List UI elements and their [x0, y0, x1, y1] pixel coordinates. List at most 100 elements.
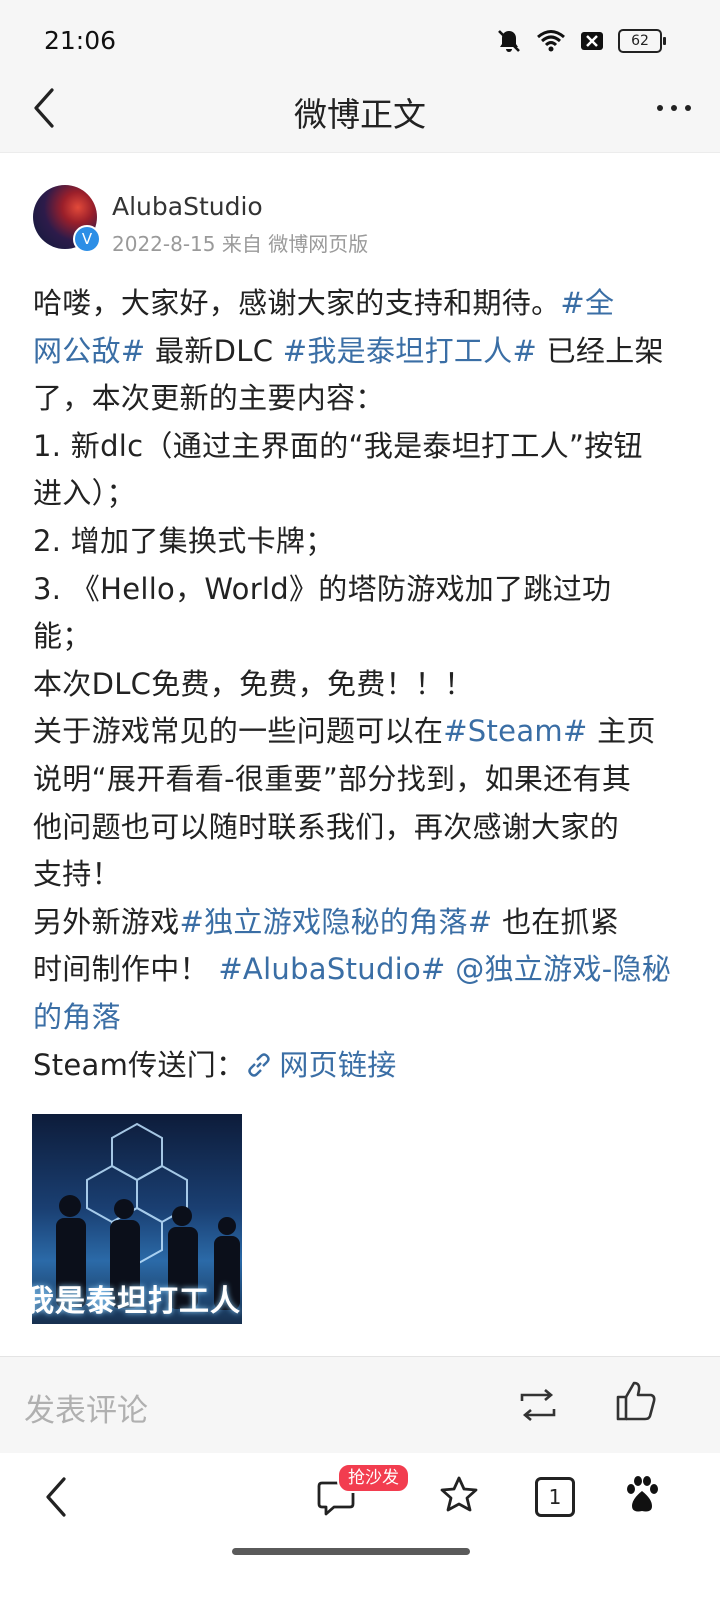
mute-icon — [498, 30, 520, 52]
hashtag-link[interactable]: #Steam# — [443, 714, 587, 748]
text-segment[interactable]: @独立游戏-隐秘 — [455, 952, 671, 986]
post-text-segment: 能； — [33, 619, 92, 653]
link-icon — [248, 1052, 271, 1077]
text-segment[interactable]: #AlubaStudio# — [218, 952, 445, 986]
text-segment[interactable]: 网页链接 — [279, 1048, 396, 1082]
post-text-line: 另外新游戏#独立游戏隐秘的角落# 也在抓紧 — [33, 899, 683, 947]
post-text-line: 网公敌# 最新DLC #我是泰坦打工人# 已经上架 — [33, 328, 683, 376]
post-text-segment: 主页 — [588, 714, 656, 748]
text-segment[interactable]: 网公敌# — [33, 334, 146, 368]
sofa-badge: 抢沙发 — [337, 1463, 410, 1493]
post-text-segment: 关于游戏常见的一些问题可以在 — [33, 714, 443, 748]
post-text-segment: 进入）； — [33, 476, 136, 510]
web-link[interactable]: 的角落 — [33, 1000, 121, 1034]
post-image-caption: 我是泰坦打工人 — [32, 1284, 241, 1319]
more-icon[interactable] — [652, 90, 696, 126]
verified-icon: V — [73, 225, 101, 253]
browser-toolbar: 抢沙发 1 — [0, 1453, 720, 1610]
paw-icon[interactable] — [622, 1475, 662, 1515]
post-text-line: Steam传送门： 网页链接 — [33, 1042, 683, 1090]
post-text-segment: 说明“展开看看-很重要”部分找到，如果还有其 — [33, 762, 631, 796]
post-text-segment: 1. 新dlc（通过主界面的“我是泰坦打工人”按钮 — [33, 429, 643, 463]
like-icon[interactable] — [614, 1379, 658, 1423]
post-text-segment: 支持！ — [33, 857, 121, 891]
post-text-segment: 他问题也可以随时联系我们，再次感谢大家的 — [33, 810, 619, 844]
text-segment: 已经上架 — [537, 333, 664, 368]
post-text-line: 3. 《Hello，World》的塔防游戏加了跳过功 — [33, 566, 683, 614]
hashtag-link[interactable]: #AlubaStudio# — [218, 952, 445, 986]
status-icons: 62 — [496, 28, 666, 54]
text-segment: 关于游戏常见的一些问题可以在 — [33, 714, 444, 749]
text-segment: 主页 — [587, 714, 656, 749]
text-segment[interactable]: #全 — [560, 286, 614, 320]
post-text-line: 的角落 — [33, 994, 683, 1042]
text-segment: 能； — [33, 619, 92, 654]
repost-icon[interactable] — [516, 1383, 560, 1427]
post-meta: 2022-8-15 来自 微博网页版 — [112, 232, 369, 256]
post-text-line: 时间制作中！ #AlubaStudio# @独立游戏-隐秘 — [33, 946, 683, 994]
post-text: 哈喽，大家好，感谢大家的支持和期待。#全 网公敌# 最新DLC #我是泰坦打工人#… — [33, 280, 683, 1089]
web-link[interactable]: 网页链接 — [245, 1048, 396, 1082]
comment-input[interactable]: 发表评论 — [24, 1385, 148, 1430]
text-segment: 时间制作中！ — [33, 952, 219, 987]
home-indicator — [232, 1548, 470, 1555]
post-text-line: 1. 新dlc（通过主界面的“我是泰坦打工人”按钮 — [33, 423, 683, 471]
comment-bar: 发表评论 — [0, 1356, 720, 1454]
page-title: 微博正文 — [294, 95, 426, 134]
text-segment: 3. 《Hello，World》的塔防游戏加了跳过功 — [33, 571, 612, 606]
text-segment: 最新DLC — [145, 333, 283, 368]
author-block[interactable]: V — [33, 185, 101, 253]
avatar[interactable]: V — [33, 185, 101, 253]
post-text-segment: 3. 《Hello，World》的塔防游戏加了跳过功 — [33, 572, 611, 606]
wifi-icon — [537, 30, 565, 52]
text-segment[interactable]: #Steam# — [443, 714, 587, 748]
hashtag-link[interactable]: #独立游戏隐秘的角落# — [180, 905, 493, 939]
status-time: 21:06 — [44, 26, 117, 55]
text-segment: 进入）； — [33, 476, 136, 511]
post-image[interactable]: 我是泰坦打工人 — [32, 1114, 242, 1324]
post-text-line: 哈喽，大家好，感谢大家的支持和期待。#全 — [33, 280, 683, 328]
text-segment[interactable]: #我是泰坦打工人# — [283, 334, 537, 368]
post-text-segment: 另外新游戏 — [33, 905, 180, 939]
post-text-line: 进入）； — [33, 470, 683, 518]
text-segment: Steam传送门： — [33, 1047, 246, 1082]
post-text-line: 了，本次更新的主要内容： — [33, 375, 683, 423]
text-segment: 2. 增加了集换式卡牌； — [33, 523, 335, 558]
post-text-line: 本次DLC免费，免费，免费！！！ — [33, 661, 683, 709]
text-segment: 说明“展开看看-很重要”部分找到，如果还有其 — [33, 761, 632, 796]
post-text-segment: 时间制作中！ — [33, 952, 218, 986]
text-segment[interactable]: #独立游戏隐秘的角落# — [180, 905, 493, 939]
post-text-line: 他问题也可以随时联系我们，再次感谢大家的 — [33, 804, 683, 852]
text-segment: 另外新游戏 — [33, 904, 180, 939]
post-text-line: 关于游戏常见的一些问题可以在#Steam# 主页 — [33, 708, 683, 756]
text-segment: 支持！ — [33, 857, 121, 892]
post-text-line: 2. 增加了集换式卡牌； — [33, 518, 683, 566]
post-text-segment: 2. 增加了集换式卡牌； — [33, 524, 335, 558]
star-icon[interactable] — [440, 1475, 478, 1513]
text-segment: 本次DLC免费，免费，免费！！！ — [33, 666, 474, 701]
battery-icon: 62 — [618, 29, 666, 53]
hashtag-link[interactable]: #全 — [560, 286, 614, 320]
text-segment: 也在抓紧 — [492, 904, 620, 939]
text-segment: 他问题也可以随时联系我们，再次感谢大家的 — [33, 809, 620, 844]
tabs-icon[interactable]: 1 — [535, 1477, 575, 1517]
text-segment: 了，本次更新的主要内容： — [33, 381, 385, 416]
text-segment[interactable]: 的角落 — [33, 1000, 121, 1034]
post-text-line: 支持！ — [33, 851, 683, 899]
author-name[interactable]: AlubaStudio — [112, 192, 263, 221]
mention-link[interactable]: @独立游戏-隐秘 — [455, 952, 671, 986]
post-text-line: 能； — [33, 613, 683, 661]
nav-bar: 微博正文 — [0, 64, 720, 153]
hashtag-link[interactable]: 网公敌# — [33, 334, 146, 368]
post-text-segment: 了，本次更新的主要内容： — [33, 381, 385, 415]
text-segment — [446, 952, 456, 986]
post-text-segment: 哈喽，大家好，感谢大家的支持和期待。 — [33, 286, 560, 320]
post-text-segment: 也在抓紧 — [492, 905, 619, 939]
post-text-segment: 本次DLC免费，免费，免费！！！ — [33, 667, 474, 701]
back-icon[interactable] — [40, 1475, 74, 1519]
hashtag-link[interactable]: #我是泰坦打工人# — [283, 334, 537, 368]
post-text-segment — [446, 952, 456, 986]
signal-off-icon — [581, 32, 603, 50]
status-bar: 21:06 62 — [0, 0, 720, 64]
post-text-segment: 最新DLC — [146, 334, 283, 368]
